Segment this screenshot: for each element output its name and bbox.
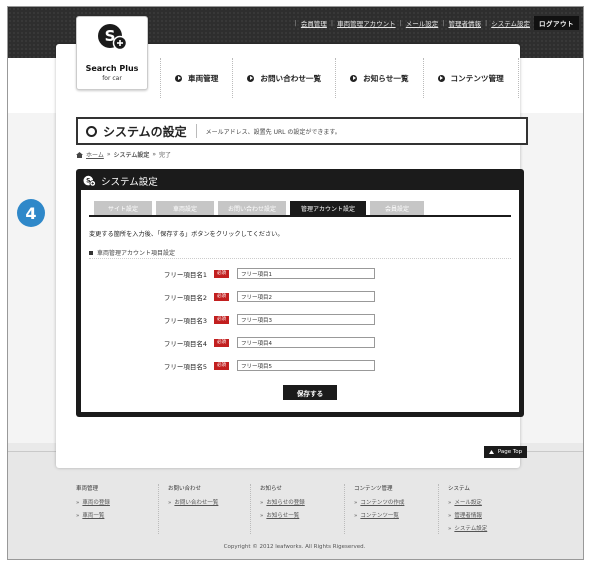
copyright: Copyright © 2012 leafworks. All Rights R… [223, 544, 366, 550]
footer-column-inquiries: お問い合わせ お問い合わせ一覧 [168, 484, 258, 511]
form-row: フリー項目名4 必須 [81, 337, 519, 349]
tab-inquiry-settings[interactable]: お問い合わせ設定 [218, 201, 286, 215]
home-icon [76, 151, 83, 158]
settings-panel: S システム設定 サイト設定 車両設定 お問い合わせ設定 管理アカウント設定 会… [76, 169, 524, 417]
footer-divider [250, 484, 252, 534]
field-label: フリー項目名2 [163, 294, 207, 302]
required-badge: 必須 [214, 316, 229, 324]
footer-divider [158, 484, 160, 534]
triangle-up-icon [488, 450, 494, 454]
logo-subtitle: for car [102, 75, 122, 82]
page-description: メールアドレス、設置先 URL の設定ができます。 [205, 128, 341, 136]
header-links: | 会員管理 | 車両管理アカウント | メール設定 | 管理者情報 | システ… [295, 16, 579, 30]
search-plus-logo-icon: S [83, 175, 96, 187]
footer-link[interactable]: コンテンツの作成 [354, 498, 444, 506]
tab-vehicle-settings[interactable]: 車両設定 [156, 201, 214, 215]
breadcrumb-home[interactable]: ホーム [86, 150, 104, 159]
ring-icon [86, 125, 97, 137]
arrow-circle-icon [437, 74, 445, 82]
footer-link[interactable]: メール設定 [448, 498, 538, 506]
header-link-members[interactable]: 会員管理 [301, 18, 327, 28]
search-plus-logo-icon: S [98, 24, 128, 51]
arrow-circle-icon [247, 74, 255, 82]
footer-heading: コンテンツ管理 [354, 486, 393, 492]
field-label: フリー項目名4 [163, 340, 207, 348]
footer-heading: 車両管理 [76, 486, 99, 492]
tab-site-settings[interactable]: サイト設定 [94, 201, 152, 215]
breadcrumb: ホーム » システム設定 » 完了 [76, 150, 171, 159]
free-field-1-input[interactable] [237, 268, 375, 279]
breadcrumb-done: 完了 [159, 152, 172, 159]
section-heading: 車両管理アカウント項目設定 [89, 248, 175, 257]
logo[interactable]: S Search Plus for car [76, 16, 148, 90]
footer-link[interactable]: 車両一覧 [76, 511, 166, 519]
footer-heading: お問い合わせ [168, 486, 202, 492]
page-top-button[interactable]: Page Top [484, 446, 527, 458]
free-field-5-input[interactable] [237, 360, 375, 371]
footer-link[interactable]: お知らせ一覧 [260, 511, 350, 519]
free-field-2-input[interactable] [237, 291, 375, 302]
required-badge: 必須 [214, 270, 229, 278]
panel-header: S システム設定 [83, 174, 158, 188]
footer-link[interactable]: システム設定 [448, 524, 538, 532]
footer-heading: システム [448, 486, 470, 492]
tab-underline [89, 215, 511, 217]
settings-tabs: サイト設定 車両設定 お問い合わせ設定 管理アカウント設定 会員設定 [94, 201, 424, 215]
form-row: フリー項目名2 必須 [81, 291, 519, 303]
divider [195, 124, 197, 138]
section-divider [89, 258, 511, 259]
header-link-admin-info[interactable]: 管理者情報 [448, 18, 481, 28]
form-row: フリー項目名1 必須 [81, 268, 519, 280]
page-title-box: システムの設定 メールアドレス、設置先 URL の設定ができます。 [76, 117, 528, 145]
footer-link[interactable]: お知らせの登録 [260, 498, 350, 506]
required-badge: 必須 [214, 339, 229, 347]
footer-column-vehicles: 車両管理 車両の登録 車両一覧 [76, 484, 166, 524]
form-row: フリー項目名3 必須 [81, 314, 519, 326]
page-title: システムの設定 [103, 124, 187, 139]
footer-heading: お知らせ [260, 486, 282, 492]
footer-column-contents: コンテンツ管理 コンテンツの作成 コンテンツ一覧 [354, 484, 444, 524]
tab-admin-account-settings[interactable]: 管理アカウント設定 [290, 201, 366, 215]
step-badge: 4 [17, 199, 45, 227]
nav-item-inquiries[interactable]: お問い合わせ一覧 [232, 58, 335, 98]
header-link-vehicle-accounts[interactable]: 車両管理アカウント [337, 18, 396, 28]
arrow-circle-icon [175, 74, 182, 82]
footer-link[interactable]: 管理者情報 [448, 511, 538, 519]
required-badge: 必須 [214, 362, 229, 370]
footer-link[interactable]: お問い合わせ一覧 [168, 498, 258, 506]
free-field-4-input[interactable] [237, 337, 375, 348]
logout-button[interactable]: ログアウト [534, 16, 579, 30]
footer-divider [344, 484, 346, 534]
footer-column-system: システム メール設定 管理者情報 システム設定 [448, 484, 538, 537]
square-bullet-icon [89, 250, 93, 255]
footer-column-news: お知らせ お知らせの登録 お知らせ一覧 [260, 484, 350, 524]
breadcrumb-current: システム設定 [113, 152, 150, 159]
field-label: フリー項目名3 [163, 317, 207, 325]
footer-divider [438, 484, 440, 534]
required-badge: 必須 [214, 293, 229, 301]
form-row: フリー項目名5 必須 [81, 360, 519, 372]
nav-item-contents[interactable]: コンテンツ管理 [422, 58, 519, 98]
instruction-text: 変更する箇所を入力後、「保存する」ボタンをクリックしてください。 [89, 231, 284, 238]
tab-member-settings[interactable]: 会員設定 [370, 201, 424, 215]
footer-link[interactable]: 車両の登録 [76, 498, 166, 506]
header-link-system-settings[interactable]: システム設定 [491, 18, 530, 28]
panel-title: システム設定 [101, 177, 158, 188]
free-field-3-input[interactable] [237, 314, 375, 325]
header-link-mail-settings[interactable]: メール設定 [406, 18, 439, 28]
nav-item-news[interactable]: お知らせ一覧 [335, 58, 422, 98]
save-button[interactable]: 保存する [283, 385, 337, 400]
field-label: フリー項目名5 [163, 363, 207, 371]
global-nav: 車両管理 お問い合わせ一覧 お知らせ一覧 コンテンツ管理 [160, 58, 519, 98]
nav-item-vehicles[interactable]: 車両管理 [160, 58, 232, 98]
footer-link[interactable]: コンテンツ一覧 [354, 511, 444, 519]
arrow-circle-icon [350, 74, 358, 82]
logo-title: Search Plus [85, 64, 139, 73]
panel-body: サイト設定 車両設定 お問い合わせ設定 管理アカウント設定 会員設定 変更する箇… [81, 190, 519, 412]
field-label: フリー項目名1 [163, 271, 207, 279]
